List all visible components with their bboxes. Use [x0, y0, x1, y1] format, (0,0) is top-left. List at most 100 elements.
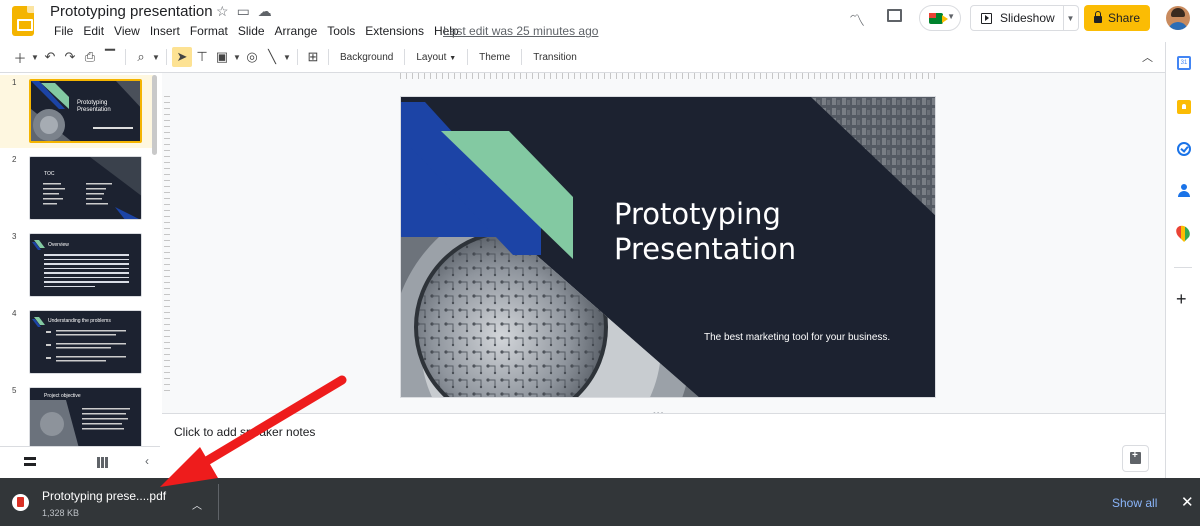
vertical-ruler — [164, 96, 170, 396]
current-slide[interactable]: Prototyping Presentation The best market… — [400, 96, 936, 398]
thumbnail-title: TOC — [44, 171, 55, 177]
chevron-up-icon[interactable]: ︿ — [1142, 49, 1153, 65]
filmstrip-scrollbar[interactable] — [152, 75, 157, 155]
slide-number: 2 — [12, 155, 17, 164]
side-panel-divider — [1174, 267, 1192, 268]
list-view-icon[interactable] — [24, 457, 36, 466]
theme-button[interactable]: Theme — [473, 52, 516, 63]
slide-thumbnail-row[interactable]: 4 Understanding the problems — [0, 306, 155, 379]
comments-icon[interactable] — [887, 9, 902, 22]
speaker-notes-panel[interactable]: Click to add speaker notes — [162, 413, 1165, 478]
contacts-icon[interactable] — [1177, 184, 1191, 198]
thumbnail-art — [30, 157, 141, 219]
zoom-caret-icon[interactable]: ▼ — [151, 47, 161, 67]
account-avatar[interactable] — [1166, 6, 1190, 30]
slide-thumbnail[interactable]: Overview — [29, 233, 142, 297]
download-bar: Prototyping prese....pdf 1,328 KB ︿ Show… — [0, 478, 1200, 526]
slide-number: 3 — [12, 232, 17, 241]
slide-title-line-1: Prototyping — [614, 197, 781, 231]
tasks-icon[interactable] — [1177, 142, 1191, 156]
download-file-size: 1,328 KB — [42, 508, 80, 518]
print-icon[interactable]: ⎙ — [80, 47, 100, 67]
speaker-notes-placeholder[interactable]: Click to add speaker notes — [174, 425, 315, 439]
slide-thumbnail[interactable]: Understanding the problems — [29, 310, 142, 374]
grid-view-icon[interactable] — [97, 457, 108, 468]
toolbar-divider — [521, 49, 523, 65]
menu-edit[interactable]: Edit — [78, 24, 109, 38]
thumbnail-title: Understanding the problems — [48, 318, 111, 324]
title-actions: ☆ ▭ ☁ — [216, 3, 272, 20]
download-file-name[interactable]: Prototyping prese....pdf — [42, 489, 166, 503]
undo-icon[interactable]: ↶ — [40, 47, 60, 67]
menu-file[interactable]: File — [49, 24, 78, 38]
thumbnail-subtitle-line — [93, 127, 133, 129]
transition-button[interactable]: Transition — [527, 52, 583, 63]
shape-icon[interactable]: ◎ — [242, 47, 262, 67]
meet-button[interactable]: ▼ — [919, 5, 961, 31]
last-edit-link[interactable]: Last edit was 25 minutes ago — [443, 24, 598, 38]
chevron-left-icon[interactable]: ‹ — [145, 454, 149, 468]
share-button[interactable]: Share — [1084, 5, 1150, 31]
cloud-status-icon[interactable]: ☁ — [258, 3, 272, 20]
image-icon[interactable]: ▣ — [212, 47, 232, 67]
close-icon[interactable]: ✕ — [1181, 493, 1194, 511]
slide-thumbnail-row[interactable]: 1 Prototyping Presentation — [0, 75, 155, 148]
menu-bar: File Edit View Insert Format Slide Arran… — [49, 24, 464, 38]
slides-logo-icon[interactable] — [12, 6, 34, 36]
image-caret-icon[interactable]: ▼ — [232, 47, 242, 67]
keep-icon[interactable] — [1177, 100, 1191, 114]
slide-thumbnail-row[interactable]: 3 Overview — [0, 229, 155, 302]
menu-view[interactable]: View — [109, 24, 145, 38]
slide-filmstrip: 1 Prototyping Presentation 2 TOC 3 Overv… — [0, 73, 160, 451]
background-button[interactable]: Background — [334, 52, 399, 63]
line-icon[interactable]: ╲ — [262, 47, 282, 67]
calendar-icon[interactable]: 31 — [1177, 56, 1191, 70]
toolbar-divider — [328, 49, 329, 65]
chevron-down-icon: ▼ — [947, 12, 955, 21]
slide-thumbnail[interactable]: Prototyping Presentation — [29, 79, 142, 143]
slideshow-label: Slideshow — [1000, 11, 1055, 25]
thumbnail-title: Prototyping Presentation — [77, 100, 111, 113]
maps-icon[interactable] — [1173, 222, 1193, 243]
redo-icon[interactable]: ↷ — [60, 47, 80, 67]
menu-insert[interactable]: Insert — [145, 24, 185, 38]
new-slide-icon[interactable]: ＋ — [10, 47, 30, 67]
menu-format[interactable]: Format — [185, 24, 233, 38]
show-all-link[interactable]: Show all — [1112, 496, 1157, 510]
slideshow-options-button[interactable]: ▼ — [1063, 5, 1079, 31]
text-box-icon[interactable]: ⊤ — [192, 47, 212, 67]
slides-app: Prototyping presentation ☆ ▭ ☁ File Edit… — [0, 0, 1200, 526]
slide-thumbnail[interactable]: Project objective — [29, 387, 142, 451]
download-divider — [218, 484, 219, 520]
toolbar-divider — [404, 49, 406, 65]
menu-tools[interactable]: Tools — [322, 24, 360, 38]
horizontal-ruler — [400, 73, 936, 79]
main-toolbar: ＋ ▼ ↶ ↷ ⎙ ▔ ⌕ ▼ ➤ ⊤ ▣ ▼ ◎ ╲ ▼ ⊞ Backgrou… — [10, 46, 1160, 68]
select-cursor-icon[interactable]: ➤ — [172, 47, 192, 67]
slide-thumbnail[interactable]: TOC — [29, 156, 142, 220]
activity-dashboard-icon[interactable]: 〽 — [849, 7, 865, 31]
thumbnail-body-lines — [44, 254, 129, 290]
zoom-icon[interactable]: ⌕ — [131, 47, 151, 67]
layout-label: Layout — [416, 51, 447, 63]
new-slide-caret-icon[interactable]: ▼ — [30, 47, 40, 67]
slide-title[interactable]: Prototyping Presentation — [614, 197, 796, 267]
get-addons-plus-icon[interactable]: + — [1176, 289, 1187, 310]
move-folder-icon[interactable]: ▭ — [237, 3, 250, 20]
menu-arrange[interactable]: Arrange — [270, 24, 323, 38]
app-header: Prototyping presentation ☆ ▭ ☁ File Edit… — [0, 0, 1200, 42]
menu-extensions[interactable]: Extensions — [360, 24, 429, 38]
slideshow-button[interactable]: Slideshow — [970, 5, 1064, 31]
menu-slide[interactable]: Slide — [233, 24, 270, 38]
chevron-up-icon[interactable]: ︿ — [192, 497, 202, 512]
document-title[interactable]: Prototyping presentation — [50, 3, 213, 20]
line-caret-icon[interactable]: ▼ — [282, 47, 292, 67]
slide-thumbnail-row[interactable]: 2 TOC — [0, 152, 155, 225]
slide-subtitle[interactable]: The best marketing tool for your busines… — [704, 332, 890, 343]
add-note-button[interactable] — [1122, 445, 1149, 472]
add-comment-icon[interactable]: ⊞ — [303, 47, 323, 67]
star-icon[interactable]: ☆ — [216, 3, 229, 20]
paint-format-icon[interactable]: ▔ — [100, 47, 120, 67]
layout-button[interactable]: Layout ▼ — [410, 52, 462, 63]
slide-number: 1 — [12, 78, 17, 87]
